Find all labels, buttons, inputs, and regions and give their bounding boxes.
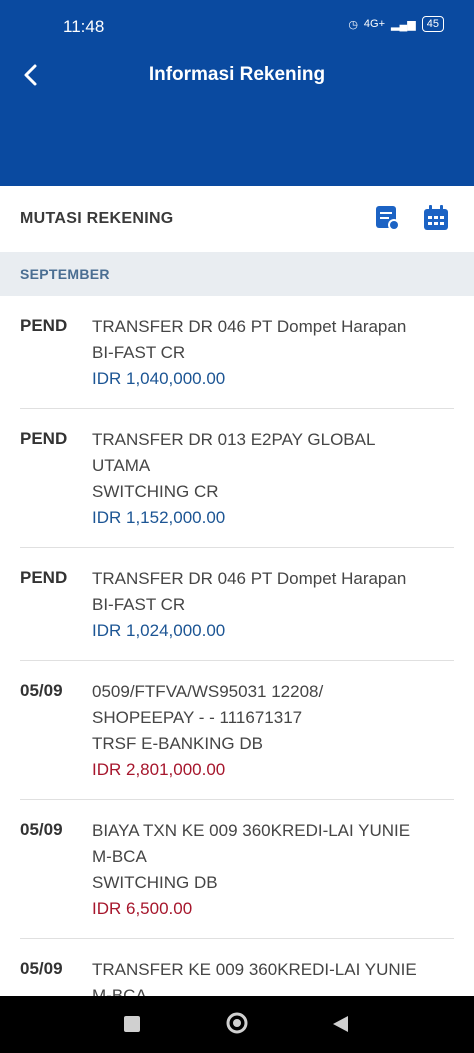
- section-title: MUTASI REKENING: [20, 210, 174, 227]
- alarm-icon: ◷: [348, 18, 358, 31]
- system-nav-bar: [0, 996, 474, 1053]
- transaction-amount: IDR 1,040,000.00: [92, 369, 226, 388]
- transaction-date: 05/09: [20, 959, 63, 978]
- transaction-date: 05/09: [20, 681, 63, 700]
- transaction-date: PEND: [20, 568, 68, 587]
- transaction-amount: IDR 6,500.00: [92, 899, 193, 918]
- month-header: SEPTEMBER: [0, 252, 474, 296]
- transaction-desc: TRANSFER DR 046 PT Dompet Harapan BI-FAS…: [92, 569, 407, 614]
- status-bar: 11:48 ◷ 4G+ ▂▄▆ 45: [0, 0, 474, 52]
- back-triangle-icon[interactable]: [330, 1014, 350, 1034]
- month-label: SEPTEMBER: [20, 266, 110, 282]
- transaction-amount: IDR 1,024,000.00: [92, 621, 226, 640]
- transaction-row[interactable]: 05/09 0509/FTFVA/WS95031 12208/ SHOPEEPA…: [20, 661, 454, 800]
- transaction-row[interactable]: 05/09 TRANSFER KE 009 360KREDI-LAI YUNIE…: [20, 939, 454, 996]
- nav-bar: Informasi Rekening: [0, 52, 474, 98]
- transaction-desc: BIAYA TXN KE 009 360KREDI-LAI YUNIE M-BC…: [92, 821, 411, 892]
- transaction-row[interactable]: PEND TRANSFER DR 013 E2PAY GLOBAL UTAMA …: [20, 409, 454, 548]
- transaction-desc: 0509/FTFVA/WS95031 12208/ SHOPEEPAY - - …: [92, 682, 324, 753]
- transaction-row[interactable]: 05/09 BIAYA TXN KE 009 360KREDI-LAI YUNI…: [20, 800, 454, 939]
- transaction-amount: IDR 2,801,000.00: [92, 760, 226, 779]
- transaction-desc: TRANSFER DR 046 PT Dompet Harapan BI-FAS…: [92, 317, 407, 362]
- section-toolbar: MUTASI REKENING: [0, 186, 474, 252]
- transaction-date: 05/09: [20, 820, 63, 839]
- calendar-icon[interactable]: [422, 204, 450, 232]
- home-icon[interactable]: [225, 1011, 249, 1035]
- recent-apps-icon[interactable]: [122, 1014, 142, 1034]
- app-header: 11:48 ◷ 4G+ ▂▄▆ 45 Informasi Rekening: [0, 0, 474, 186]
- transaction-row[interactable]: PEND TRANSFER DR 046 PT Dompet Harapan B…: [20, 296, 454, 409]
- transaction-date: PEND: [20, 429, 68, 448]
- battery-icon: 45: [421, 16, 444, 32]
- network-label: 4G+: [363, 18, 386, 30]
- transaction-desc: TRANSFER DR 013 E2PAY GLOBAL UTAMA SWITC…: [92, 430, 376, 501]
- transaction-date: PEND: [20, 316, 68, 335]
- page-title: Informasi Rekening: [148, 64, 326, 85]
- filter-statement-icon[interactable]: [374, 204, 402, 232]
- status-time: 11:48: [63, 17, 105, 36]
- transaction-amount: IDR 1,152,000.00: [92, 508, 226, 527]
- transaction-list[interactable]: PEND TRANSFER DR 046 PT Dompet Harapan B…: [0, 296, 474, 996]
- status-icons: ◷ 4G+ ▂▄▆ 45: [348, 16, 444, 32]
- transaction-row[interactable]: PEND TRANSFER DR 046 PT Dompet Harapan B…: [20, 548, 454, 661]
- signal-icon: ▂▄▆: [391, 18, 416, 31]
- transaction-desc: TRANSFER KE 009 360KREDI-LAI YUNIE M-BCA…: [92, 960, 417, 996]
